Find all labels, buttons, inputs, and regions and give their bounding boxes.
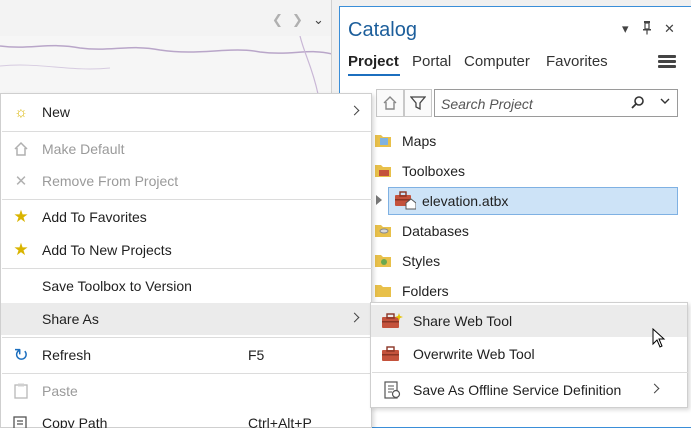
menu-item-remove-from-project: ✕ Remove From Project (1, 165, 371, 197)
pin-icon[interactable] (642, 21, 652, 38)
shortcut-label: F5 (248, 347, 265, 363)
menu-item-copy-path[interactable]: Copy Path Ctrl+Alt+P (1, 407, 371, 428)
make-default-icon (11, 140, 31, 158)
chevron-right-icon[interactable]: ❯ (292, 12, 303, 28)
menu-item-overwrite-web-tool[interactable]: Overwrite Web Tool (371, 338, 687, 370)
menu-item-share-as[interactable]: Share As (1, 303, 371, 335)
tree-item-label: Maps (402, 133, 437, 149)
menu-item-label: Add To Favorites (42, 209, 147, 225)
menu-item-paste: Paste (1, 375, 371, 407)
new-sparkle-icon: ☼ (14, 103, 28, 121)
menu-separator (2, 373, 372, 374)
overwrite-web-tool-icon (382, 346, 399, 361)
tab-project[interactable]: Project (348, 53, 399, 70)
pane-options-icon[interactable]: ▾ (622, 21, 629, 37)
filter-button[interactable] (404, 89, 432, 117)
toolboxes-folder-icon (375, 165, 391, 177)
catalog-title: Catalog (348, 19, 417, 41)
context-menu: ☼ New Make Default ✕ Remove From Project… (0, 93, 372, 428)
menu-separator (2, 268, 372, 269)
active-tab-indicator (348, 74, 400, 76)
menu-item-save-toolbox-to-version[interactable]: Save Toolbox to Version (1, 270, 371, 302)
mouse-cursor-icon (652, 328, 666, 348)
chevron-down-icon[interactable] (659, 95, 671, 110)
chevron-down-icon[interactable]: ⌄ (313, 12, 324, 28)
tree-item-databases[interactable]: Databases (340, 217, 678, 245)
filter-icon (410, 96, 426, 111)
chevron-right-icon (349, 105, 360, 116)
star-pin-icon: ★ (13, 240, 29, 259)
menu-item-label: Copy Path (42, 415, 108, 428)
tree-item-label: Folders (402, 283, 449, 299)
menu-item-label: Paste (42, 383, 78, 399)
chevron-left-icon[interactable]: ❮ (272, 12, 283, 28)
tree-item-elevation-atbx[interactable]: elevation.atbx (340, 187, 678, 215)
tree-item-label: Toolboxes (402, 163, 466, 179)
folders-folder-icon (375, 285, 391, 297)
toolbox-icon (395, 191, 416, 210)
star-icon: ★ (13, 207, 29, 226)
tree-item-label: elevation.atbx (422, 193, 509, 209)
search-input[interactable] (441, 94, 621, 114)
service-definition-icon (384, 381, 401, 399)
databases-folder-icon (375, 225, 391, 237)
menu-item-label: Save As Offline Service Definition (413, 382, 622, 398)
remove-icon: ✕ (14, 173, 28, 190)
menu-item-refresh[interactable]: ↻ Refresh F5 (1, 339, 371, 371)
menu-item-add-to-favorites[interactable]: ★ Add To Favorites (1, 201, 371, 233)
catalog-search-box[interactable] (434, 89, 678, 117)
menu-item-label: Add To New Projects (42, 242, 172, 258)
tree-item-label: Styles (402, 253, 441, 269)
expand-arrow-icon[interactable] (376, 195, 382, 205)
home-icon (383, 96, 397, 110)
shortcut-label: Ctrl+Alt+P (248, 415, 312, 428)
menu-item-save-as-offline-service-definition[interactable]: Save As Offline Service Definition (371, 374, 687, 406)
map-tab-bar: ❮ ❯ ⌄ (0, 0, 331, 36)
tree-item-toolboxes[interactable]: Toolboxes (340, 157, 678, 185)
menu-item-label: Refresh (42, 347, 92, 363)
menu-item-label: Remove From Project (42, 173, 179, 189)
paste-icon (11, 382, 31, 400)
menu-item-label: Share As (42, 311, 99, 327)
refresh-icon: ↻ (13, 344, 29, 365)
tab-computer[interactable]: Computer (464, 53, 530, 70)
menu-item-share-web-tool[interactable]: Share Web Tool (371, 305, 687, 337)
chevron-right-icon (649, 383, 660, 394)
close-icon[interactable]: ✕ (664, 21, 675, 37)
menu-item-label: Overwrite Web Tool (413, 346, 535, 362)
menu-separator (2, 199, 372, 200)
tab-portal[interactable]: Portal (412, 53, 451, 70)
tree-item-folders[interactable]: Folders (340, 277, 678, 305)
search-icon[interactable] (631, 95, 645, 112)
tree-item-maps[interactable]: Maps (340, 127, 678, 155)
hamburger-menu-icon[interactable] (658, 55, 676, 69)
menu-item-new[interactable]: ☼ New (1, 96, 371, 128)
tree-item-label: Databases (402, 223, 469, 239)
chevron-right-icon (349, 312, 360, 323)
copy-path-icon (11, 414, 31, 428)
menu-item-add-to-new-projects[interactable]: ★ Add To New Projects (1, 234, 371, 266)
menu-item-label: Share Web Tool (413, 313, 513, 329)
menu-item-label: Make Default (42, 141, 125, 157)
tree-item-styles[interactable]: Styles (340, 247, 678, 275)
tab-favorites[interactable]: Favorites (546, 53, 608, 70)
menu-item-label: Save Toolbox to Version (42, 278, 192, 294)
share-web-tool-icon (382, 313, 403, 328)
home-button[interactable] (376, 89, 404, 117)
menu-separator (2, 131, 372, 132)
styles-folder-icon (375, 255, 391, 267)
menu-item-label: New (42, 104, 71, 120)
maps-folder-icon (375, 135, 391, 147)
menu-separator (2, 337, 372, 338)
share-as-submenu: Share Web Tool Overwrite Web Tool Save A… (370, 302, 688, 408)
menu-separator (372, 372, 688, 373)
menu-item-make-default: Make Default (1, 133, 371, 165)
